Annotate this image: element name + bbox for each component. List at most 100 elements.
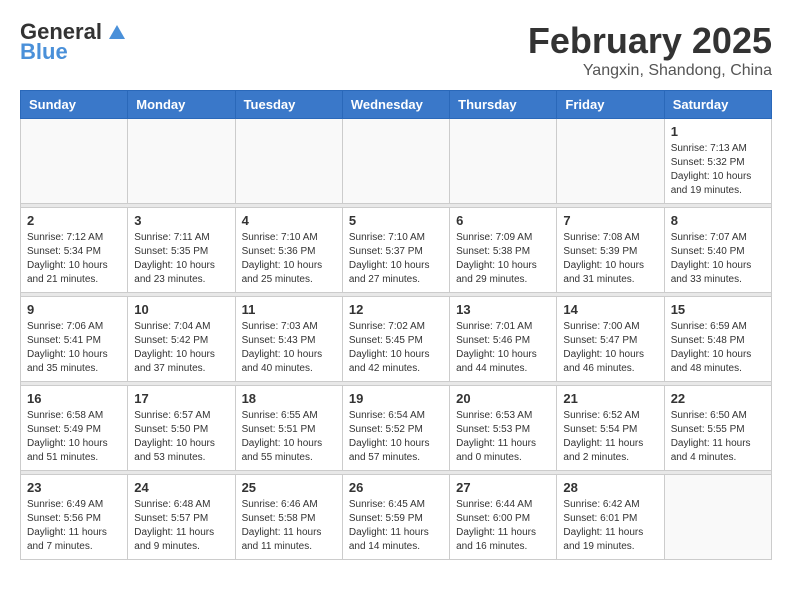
calendar-cell: 16 Sunrise: 6:58 AM Sunset: 5:49 PM Dayli… <box>21 386 128 471</box>
day-info: Sunrise: 6:42 AM Sunset: 6:01 PM Dayligh… <box>563 498 657 554</box>
day-number: 19 <box>349 391 443 406</box>
logo: General Blue <box>20 20 125 64</box>
calendar-cell: 17 Sunrise: 6:57 AM Sunset: 5:50 PM Dayli… <box>128 386 235 471</box>
calendar-cell: 7 Sunrise: 7:08 AM Sunset: 5:39 PM Daylig… <box>557 208 664 293</box>
day-info: Sunrise: 7:07 AM Sunset: 5:40 PM Dayligh… <box>671 231 765 287</box>
day-info: Sunrise: 7:02 AM Sunset: 5:45 PM Dayligh… <box>349 320 443 376</box>
weekday-header-tuesday: Tuesday <box>235 91 342 119</box>
title-area: February 2025 Yangxin, Shandong, China <box>528 20 772 80</box>
day-info: Sunrise: 7:12 AM Sunset: 5:34 PM Dayligh… <box>27 231 121 287</box>
day-number: 10 <box>134 302 228 317</box>
day-number: 24 <box>134 480 228 495</box>
day-info: Sunrise: 7:01 AM Sunset: 5:46 PM Dayligh… <box>456 320 550 376</box>
day-number: 2 <box>27 213 121 228</box>
day-info: Sunrise: 7:09 AM Sunset: 5:38 PM Dayligh… <box>456 231 550 287</box>
day-number: 13 <box>456 302 550 317</box>
calendar-cell: 18 Sunrise: 6:55 AM Sunset: 5:51 PM Dayli… <box>235 386 342 471</box>
day-number: 22 <box>671 391 765 406</box>
calendar-cell: 19 Sunrise: 6:54 AM Sunset: 5:52 PM Dayli… <box>342 386 449 471</box>
calendar-cell: 20 Sunrise: 6:53 AM Sunset: 5:53 PM Dayli… <box>450 386 557 471</box>
day-info: Sunrise: 7:03 AM Sunset: 5:43 PM Dayligh… <box>242 320 336 376</box>
weekday-header-friday: Friday <box>557 91 664 119</box>
calendar-cell: 27 Sunrise: 6:44 AM Sunset: 6:00 PM Dayli… <box>450 475 557 560</box>
calendar-cell: 23Sunrise: 6:49 AM Sunset: 5:56 PM Dayli… <box>21 475 128 560</box>
weekday-header-row: SundayMondayTuesdayWednesdayThursdayFrid… <box>21 91 772 119</box>
day-info: Sunrise: 6:54 AM Sunset: 5:52 PM Dayligh… <box>349 409 443 465</box>
calendar-cell <box>557 119 664 204</box>
calendar: SundayMondayTuesdayWednesdayThursdayFrid… <box>20 90 772 560</box>
day-info: Sunrise: 7:10 AM Sunset: 5:37 PM Dayligh… <box>349 231 443 287</box>
location-title: Yangxin, Shandong, China <box>528 62 772 80</box>
day-info: Sunrise: 6:46 AM Sunset: 5:58 PM Dayligh… <box>242 498 336 554</box>
calendar-cell: 1 Sunrise: 7:13 AM Sunset: 5:32 PM Daylig… <box>664 119 771 204</box>
day-info: Sunrise: 6:57 AM Sunset: 5:50 PM Dayligh… <box>134 409 228 465</box>
calendar-week-row: 2 Sunrise: 7:12 AM Sunset: 5:34 PM Daylig… <box>21 208 772 293</box>
day-number: 4 <box>242 213 336 228</box>
day-number: 7 <box>563 213 657 228</box>
day-number: 26 <box>349 480 443 495</box>
calendar-week-row: 16 Sunrise: 6:58 AM Sunset: 5:49 PM Dayli… <box>21 386 772 471</box>
calendar-cell: 12 Sunrise: 7:02 AM Sunset: 5:45 PM Dayli… <box>342 297 449 382</box>
day-number: 1 <box>671 124 765 139</box>
weekday-header-sunday: Sunday <box>21 91 128 119</box>
day-info: Sunrise: 7:10 AM Sunset: 5:36 PM Dayligh… <box>242 231 336 287</box>
day-number: 11 <box>242 302 336 317</box>
calendar-cell: 21Sunrise: 6:52 AM Sunset: 5:54 PM Dayli… <box>557 386 664 471</box>
day-number: 5 <box>349 213 443 228</box>
day-number: 16 <box>27 391 121 406</box>
day-number: 20 <box>456 391 550 406</box>
calendar-cell <box>21 119 128 204</box>
day-number: 17 <box>134 391 228 406</box>
day-number: 21 <box>563 391 657 406</box>
day-number: 18 <box>242 391 336 406</box>
calendar-cell: 11 Sunrise: 7:03 AM Sunset: 5:43 PM Dayli… <box>235 297 342 382</box>
day-info: Sunrise: 7:00 AM Sunset: 5:47 PM Dayligh… <box>563 320 657 376</box>
weekday-header-thursday: Thursday <box>450 91 557 119</box>
calendar-cell <box>342 119 449 204</box>
day-info: Sunrise: 6:58 AM Sunset: 5:49 PM Dayligh… <box>27 409 121 465</box>
calendar-cell: 4 Sunrise: 7:10 AM Sunset: 5:36 PM Daylig… <box>235 208 342 293</box>
day-info: Sunrise: 6:48 AM Sunset: 5:57 PM Dayligh… <box>134 498 228 554</box>
day-info: Sunrise: 6:55 AM Sunset: 5:51 PM Dayligh… <box>242 409 336 465</box>
calendar-cell <box>664 475 771 560</box>
calendar-cell: 8 Sunrise: 7:07 AM Sunset: 5:40 PM Daylig… <box>664 208 771 293</box>
calendar-cell: 15Sunrise: 6:59 AM Sunset: 5:48 PM Dayli… <box>664 297 771 382</box>
day-info: Sunrise: 7:11 AM Sunset: 5:35 PM Dayligh… <box>134 231 228 287</box>
day-number: 6 <box>456 213 550 228</box>
day-info: Sunrise: 7:08 AM Sunset: 5:39 PM Dayligh… <box>563 231 657 287</box>
calendar-cell: 14 Sunrise: 7:00 AM Sunset: 5:47 PM Dayli… <box>557 297 664 382</box>
logo-bird-icon <box>105 21 125 41</box>
day-number: 27 <box>456 480 550 495</box>
header: General Blue February 2025 Yangxin, Shan… <box>20 20 772 80</box>
calendar-week-row: 23Sunrise: 6:49 AM Sunset: 5:56 PM Dayli… <box>21 475 772 560</box>
calendar-cell: 28 Sunrise: 6:42 AM Sunset: 6:01 PM Dayli… <box>557 475 664 560</box>
calendar-cell: 13 Sunrise: 7:01 AM Sunset: 5:46 PM Dayli… <box>450 297 557 382</box>
month-title: February 2025 <box>528 20 772 62</box>
day-number: 14 <box>563 302 657 317</box>
day-number: 9 <box>27 302 121 317</box>
day-number: 12 <box>349 302 443 317</box>
day-info: Sunrise: 6:53 AM Sunset: 5:53 PM Dayligh… <box>456 409 550 465</box>
calendar-cell: 22 Sunrise: 6:50 AM Sunset: 5:55 PM Dayli… <box>664 386 771 471</box>
day-info: Sunrise: 6:44 AM Sunset: 6:00 PM Dayligh… <box>456 498 550 554</box>
calendar-cell <box>235 119 342 204</box>
weekday-header-monday: Monday <box>128 91 235 119</box>
day-info: Sunrise: 6:59 AM Sunset: 5:48 PM Dayligh… <box>671 320 765 376</box>
calendar-cell: 24 Sunrise: 6:48 AM Sunset: 5:57 PM Dayli… <box>128 475 235 560</box>
calendar-cell: 10Sunrise: 7:04 AM Sunset: 5:42 PM Dayli… <box>128 297 235 382</box>
calendar-cell <box>128 119 235 204</box>
calendar-cell: 6 Sunrise: 7:09 AM Sunset: 5:38 PM Daylig… <box>450 208 557 293</box>
day-number: 23 <box>27 480 121 495</box>
day-info: Sunrise: 6:50 AM Sunset: 5:55 PM Dayligh… <box>671 409 765 465</box>
day-info: Sunrise: 7:13 AM Sunset: 5:32 PM Dayligh… <box>671 142 765 198</box>
calendar-week-row: 1 Sunrise: 7:13 AM Sunset: 5:32 PM Daylig… <box>21 119 772 204</box>
day-number: 8 <box>671 213 765 228</box>
calendar-cell: 25 Sunrise: 6:46 AM Sunset: 5:58 PM Dayli… <box>235 475 342 560</box>
day-number: 3 <box>134 213 228 228</box>
logo-text-line2: Blue <box>20 40 68 64</box>
day-number: 28 <box>563 480 657 495</box>
calendar-cell: 9 Sunrise: 7:06 AM Sunset: 5:41 PM Daylig… <box>21 297 128 382</box>
day-number: 25 <box>242 480 336 495</box>
weekday-header-wednesday: Wednesday <box>342 91 449 119</box>
day-info: Sunrise: 7:06 AM Sunset: 5:41 PM Dayligh… <box>27 320 121 376</box>
